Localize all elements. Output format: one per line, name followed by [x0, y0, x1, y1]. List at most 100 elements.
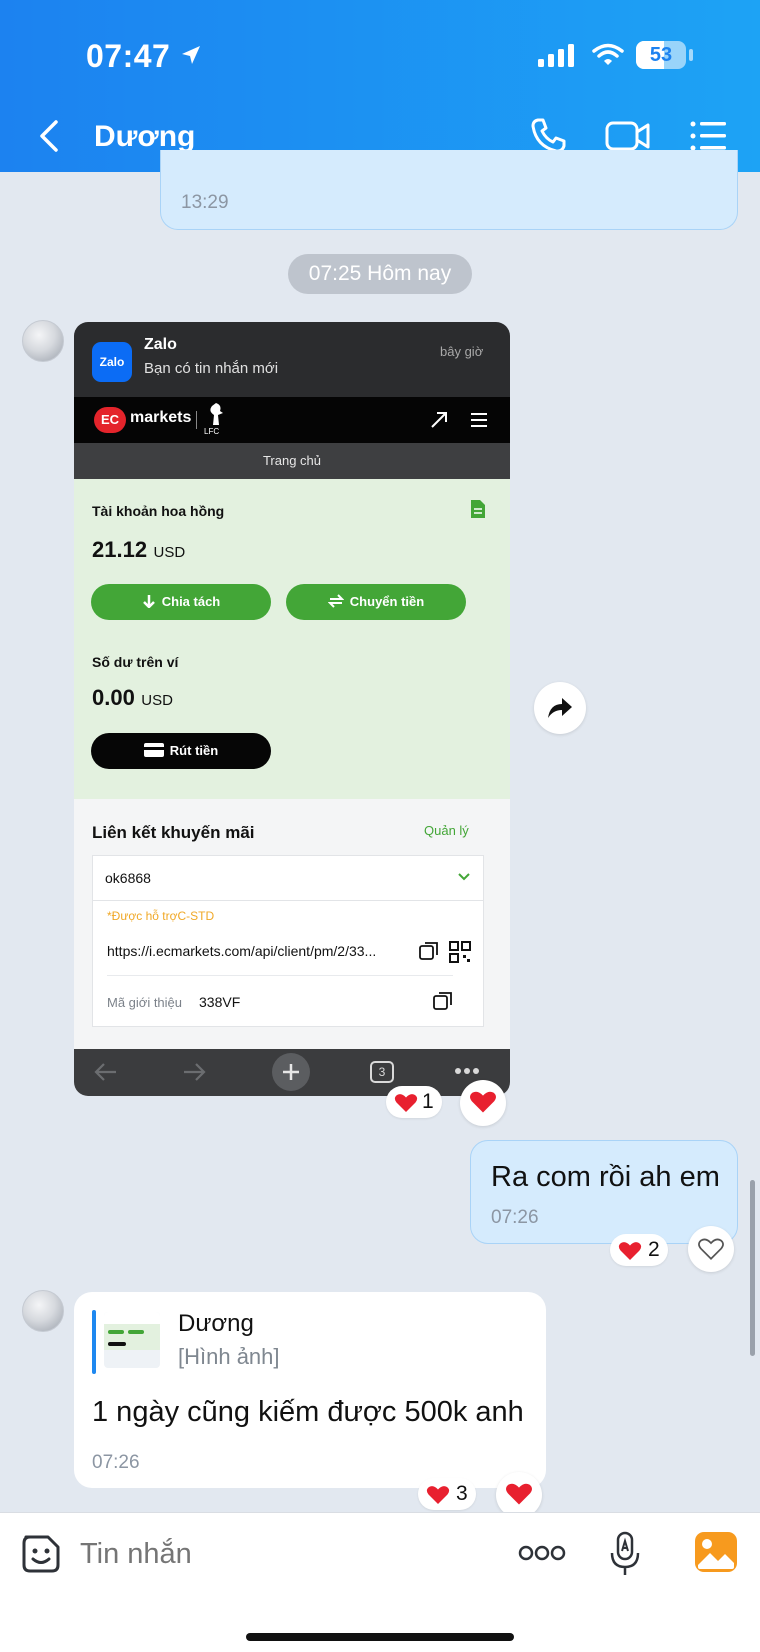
- notification-when: bây giờ: [440, 344, 484, 359]
- heart-icon: [426, 1486, 450, 1504]
- image-message[interactable]: Zalo Zalo Bạn có tin nhắn mới bây giờ EC…: [74, 322, 510, 1096]
- more-dots-icon: [455, 1068, 479, 1074]
- promo-details: *Được hỗ trợC-STD https://i.ecmarkets.co…: [92, 901, 484, 1027]
- plus-icon: [283, 1064, 299, 1080]
- menu-list-icon[interactable]: [688, 118, 728, 154]
- wifi-icon: [592, 43, 624, 65]
- forward-icon: [184, 1063, 206, 1081]
- wallet-amount-row: 0.00 USD: [92, 685, 173, 711]
- divider: [107, 975, 453, 976]
- message-time: 07:26: [92, 1452, 140, 1473]
- quote-bar: [92, 1310, 96, 1374]
- video-call-icon[interactable]: [604, 118, 652, 154]
- copy-icon: [419, 942, 438, 960]
- chat-header: 07:47 53 Dương: [0, 0, 760, 172]
- avatar[interactable]: [22, 320, 64, 362]
- ref-code: 338VF: [199, 994, 241, 1010]
- outgoing-message[interactable]: Ra com rồi ah em 07:26: [470, 1140, 738, 1244]
- site-nav-bar: EC markets LFC: [74, 397, 510, 443]
- contact-name[interactable]: Dương: [94, 120, 195, 154]
- react-heart-button[interactable]: [688, 1226, 734, 1272]
- wallet-currency: USD: [141, 692, 173, 709]
- external-link-icon: [431, 412, 447, 428]
- home-tab: Trang chủ: [74, 443, 510, 479]
- split-button: Chia tách: [91, 584, 271, 620]
- account-select: ok6868: [92, 855, 484, 901]
- heart-outline-icon: [698, 1238, 724, 1260]
- notification-banner: Zalo Zalo Bạn có tin nhắn mới bây giờ: [74, 322, 510, 397]
- share-button[interactable]: [534, 682, 586, 734]
- download-icon: [142, 595, 155, 609]
- notification-app: Zalo: [144, 336, 177, 353]
- account-value: ok6868: [105, 870, 151, 886]
- transfer-button: Chuyển tiền: [286, 584, 466, 620]
- message-text: 1 ngày cũng kiếm được 500k anh: [92, 1396, 524, 1428]
- heart-icon: [618, 1242, 642, 1260]
- thumb-button: [108, 1330, 124, 1334]
- reply-message[interactable]: Dương [Hình ảnh] 1 ngày cũng kiếm được 5…: [74, 1292, 546, 1488]
- wallet-amount: 0.00: [92, 685, 135, 710]
- card-icon: [143, 743, 164, 757]
- heart-icon: [506, 1483, 532, 1505]
- notification-text: Bạn có tin nhắn mới: [144, 360, 279, 377]
- quoted-type: [Hình ảnh]: [178, 1344, 280, 1369]
- promo-manage: Quản lý: [424, 823, 469, 838]
- message-input[interactable]: [80, 1531, 480, 1577]
- avatar[interactable]: [22, 1290, 64, 1332]
- message-time: 13:29: [181, 192, 229, 213]
- reaction-count-badge[interactable]: 3: [418, 1478, 476, 1510]
- copy-icon: [433, 992, 452, 1010]
- sticker-icon[interactable]: [20, 1533, 62, 1575]
- liverbird-icon: [210, 403, 223, 425]
- commission-label: Tài khoản hoa hồng: [92, 503, 225, 519]
- wallet-label: Số dư trên ví: [92, 654, 179, 670]
- heart-icon: [394, 1094, 418, 1112]
- commission-amount: 21.12: [92, 537, 148, 562]
- home-indicator: [246, 1633, 514, 1641]
- back-arrow-icon[interactable]: [36, 118, 60, 154]
- more-options-icon[interactable]: [518, 1545, 566, 1561]
- thumb-button: [128, 1330, 144, 1334]
- quoted-name: Dương: [178, 1310, 254, 1337]
- message-text: Ra com rồi ah em: [491, 1161, 720, 1193]
- lfc-label: LFC: [204, 427, 220, 436]
- commission-section: Tài khoản hoa hồng 21.12 USD Chia tách C…: [74, 479, 510, 799]
- ec-logo-text: markets: [130, 409, 192, 426]
- battery-tip: [689, 49, 693, 61]
- scrollbar-thumb[interactable]: [750, 1180, 755, 1356]
- hamburger-icon: [471, 413, 487, 427]
- reaction-count: 3: [456, 1482, 468, 1505]
- thumb-button: [108, 1342, 126, 1346]
- microphone-icon[interactable]: [610, 1531, 640, 1577]
- status-time: 07:47: [86, 38, 171, 74]
- react-heart-button[interactable]: [460, 1080, 506, 1126]
- message-composer: [0, 1512, 760, 1652]
- share-arrow-icon: [548, 698, 572, 718]
- previous-outgoing-message[interactable]: 13:29: [160, 150, 738, 230]
- promo-link: https://i.ecmarkets.com/api/client/pm/2/…: [107, 943, 377, 959]
- qr-code-icon: [449, 941, 471, 963]
- reaction-count: 1: [422, 1090, 434, 1113]
- signal-icon: [538, 44, 574, 67]
- reaction-count-badge[interactable]: 1: [386, 1086, 442, 1118]
- battery-icon: 53: [636, 41, 686, 69]
- reaction-count-badge[interactable]: 2: [610, 1234, 668, 1266]
- reaction-count: 2: [648, 1238, 660, 1261]
- withdraw-button: Rút tiền: [91, 733, 271, 769]
- heart-icon: [470, 1091, 496, 1113]
- promo-title: Liên kết khuyến mãi: [92, 823, 255, 842]
- quoted-thumbnail: [104, 1312, 160, 1368]
- logo-divider: [196, 411, 197, 429]
- ec-logo: EC: [94, 407, 126, 433]
- commission-currency: USD: [153, 544, 186, 561]
- location-arrow-icon: [182, 46, 200, 64]
- ref-label: Mã giới thiệu: [107, 995, 183, 1010]
- zalo-app-icon: Zalo: [92, 342, 132, 382]
- browser-toolbar: 3: [74, 1049, 510, 1096]
- split-label: Chia tách: [161, 594, 221, 609]
- chevron-down-icon: [458, 873, 470, 881]
- new-tab-button: [272, 1053, 310, 1091]
- image-gallery-icon[interactable]: [694, 1531, 738, 1573]
- message-time: 07:26: [491, 1207, 539, 1228]
- transfer-label: Chuyển tiền: [349, 594, 425, 609]
